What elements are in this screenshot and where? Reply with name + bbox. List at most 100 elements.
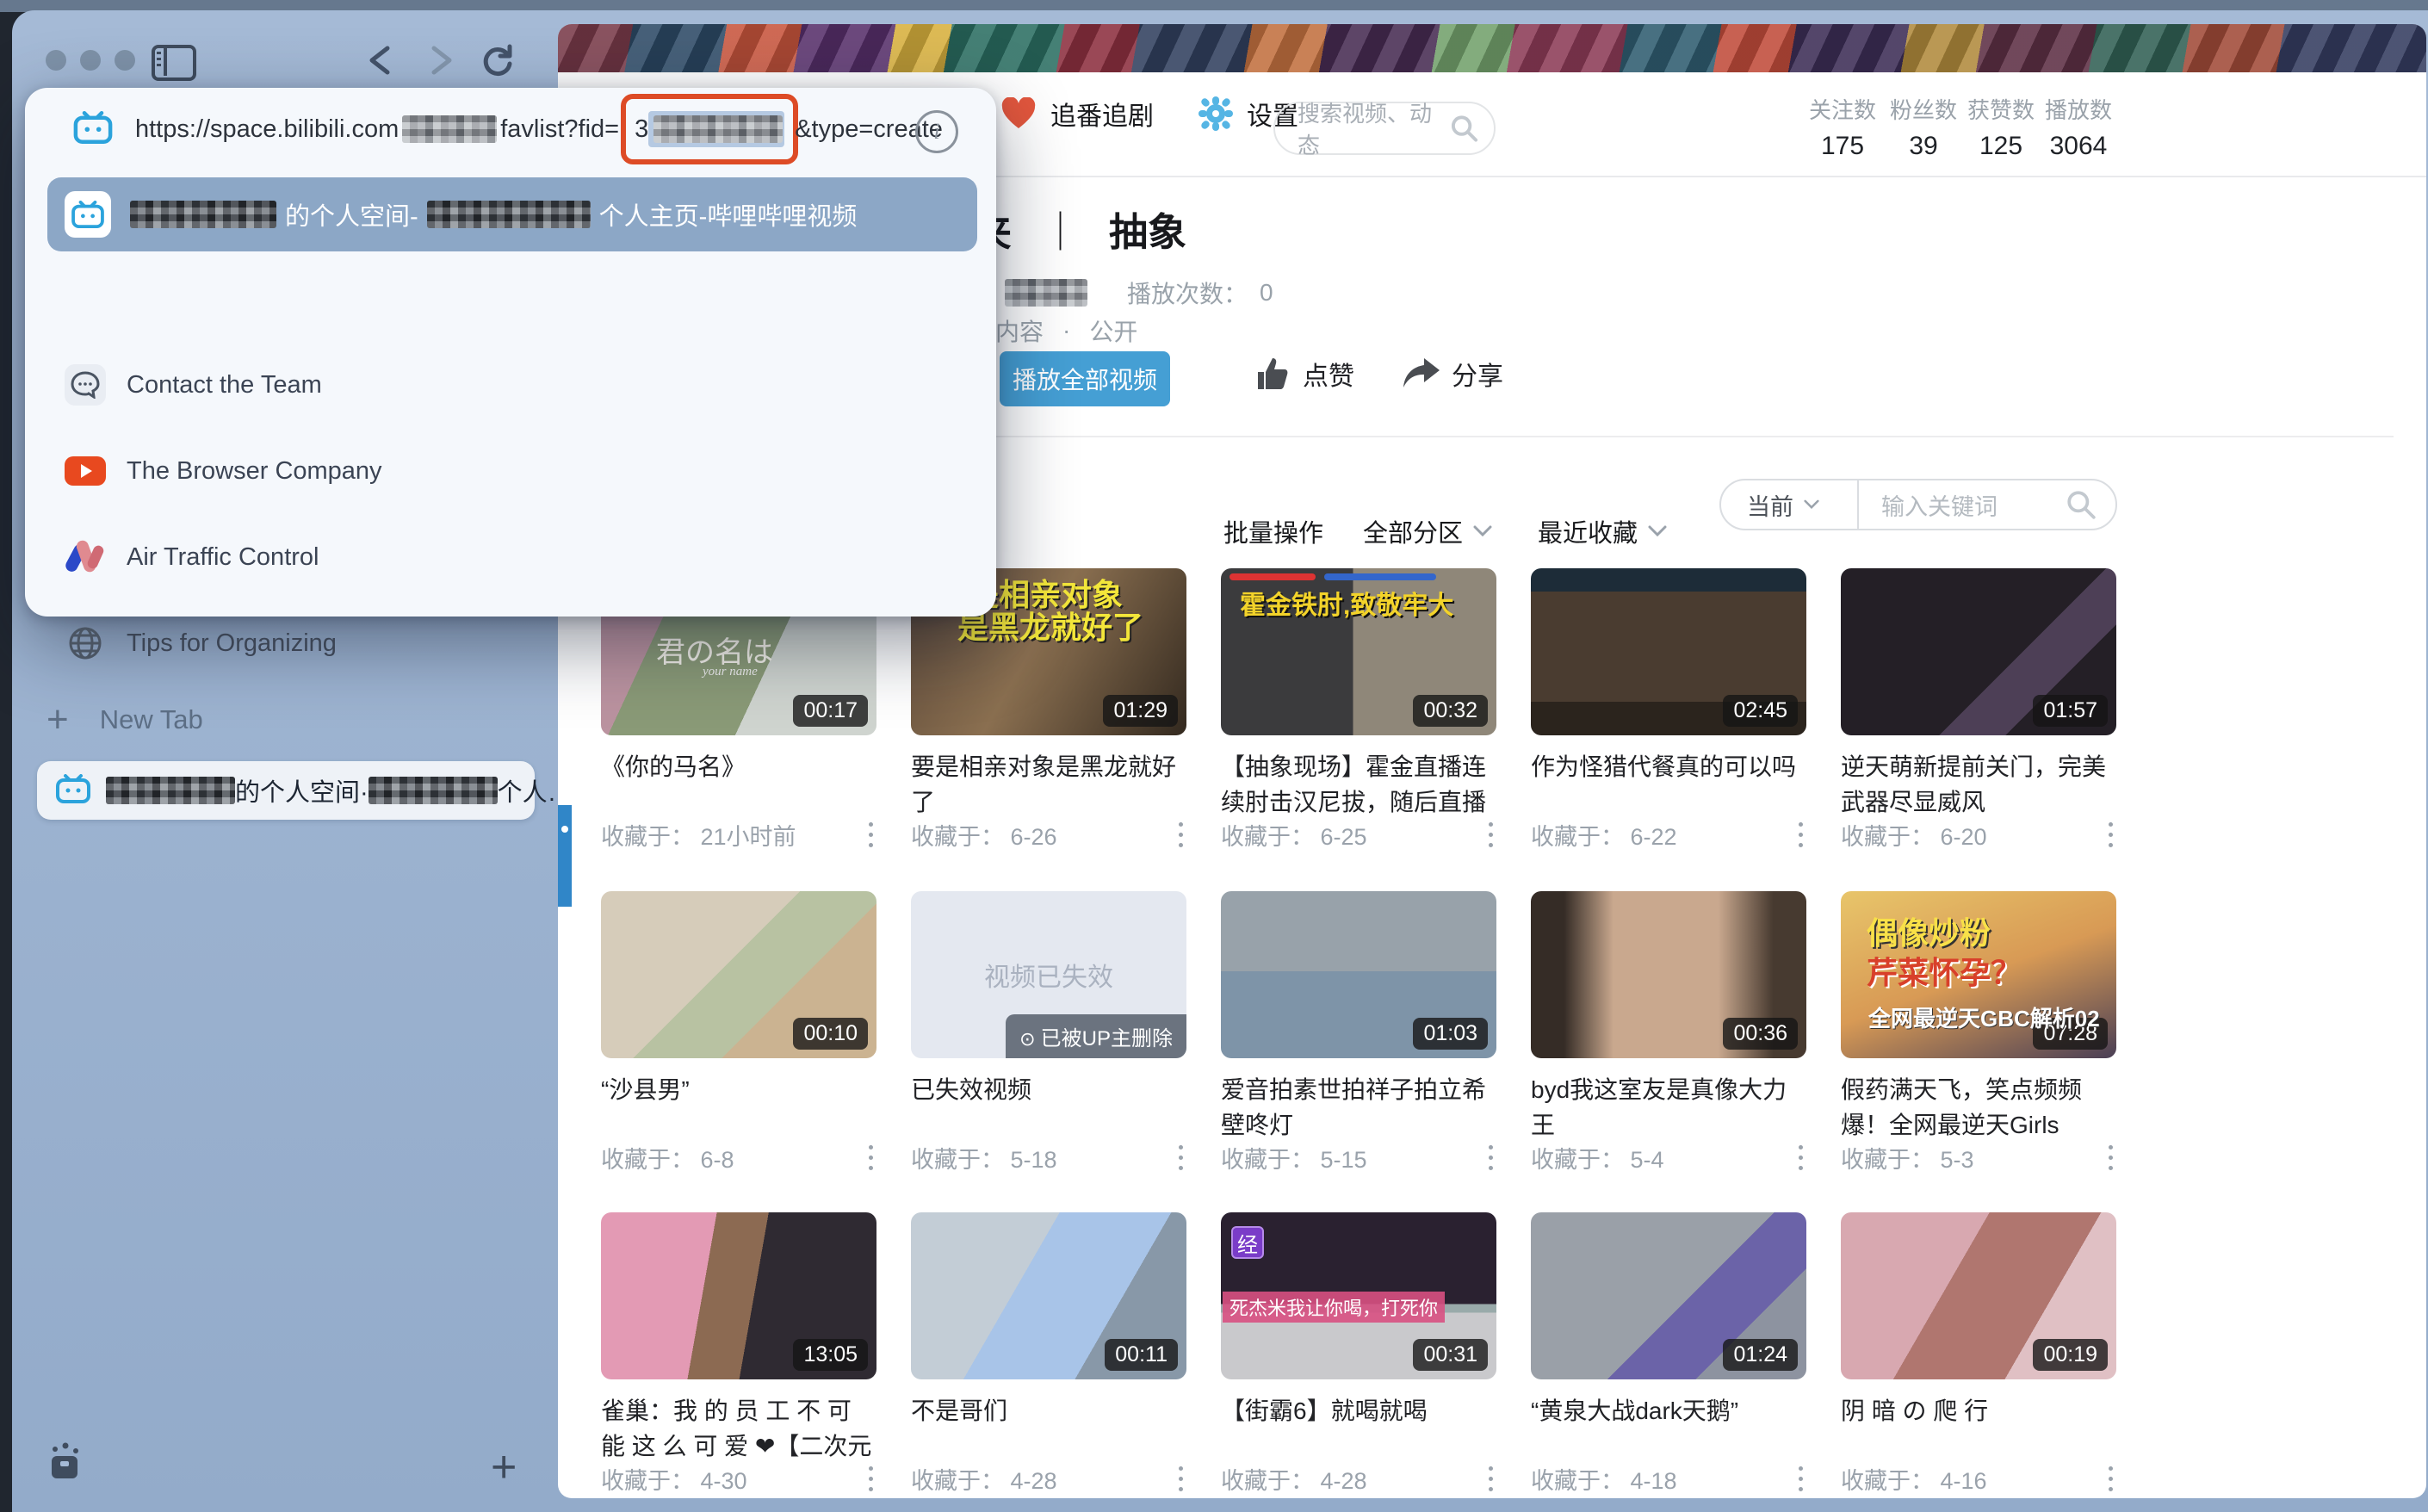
sidebar-toggle-icon[interactable]	[152, 45, 196, 81]
thumbnail-overlay-text	[1324, 573, 1436, 580]
minimize-window-button[interactable]	[80, 50, 101, 71]
more-options-icon[interactable]	[1175, 1142, 1186, 1174]
video-thumbnail[interactable]: 13:05	[601, 1212, 876, 1379]
video-thumbnail[interactable]: 01:03	[1221, 891, 1496, 1058]
video-title[interactable]: byd我这室友是真像大力王	[1531, 1072, 1806, 1144]
close-window-button[interactable]	[46, 50, 66, 71]
new-tab-button[interactable]: + New Tab	[46, 699, 529, 741]
video-title[interactable]: 阴 暗 の 爬 行	[1841, 1393, 2116, 1466]
video-thumbnail[interactable]: 02:45	[1531, 568, 1806, 735]
video-card[interactable]: 13:05 雀巢：我 的 员 工 不 可 能 这 么 可 爱 ❤【二次元爆改 收…	[601, 1212, 876, 1466]
menu-item-browser-company[interactable]: The Browser Company	[47, 434, 977, 508]
video-thumbnail[interactable]: 00:32 霍金铁肘,致敬牢大	[1221, 568, 1496, 735]
video-title[interactable]: 逆天萌新提前关门，完美武器尽显威风	[1841, 749, 2116, 821]
video-title[interactable]: 爱音拍素世拍祥子拍立希壁咚灯	[1221, 1072, 1496, 1144]
more-options-icon[interactable]	[865, 819, 876, 851]
video-card[interactable]: 01:24 “黄泉大战dark天鹅” 收藏于： 4-18	[1531, 1212, 1806, 1466]
video-title[interactable]: 【抽象现场】霍金直播连续肘击汉尼拔，随后直播间被封	[1221, 749, 1496, 821]
more-options-icon[interactable]	[1175, 819, 1186, 851]
active-tab[interactable]: 的个人空间· 个人…	[37, 761, 535, 820]
video-title[interactable]: 已失效视频	[911, 1072, 1186, 1144]
video-title[interactable]: “沙县男”	[601, 1072, 876, 1144]
video-card[interactable]: 00:36 byd我这室友是真像大力王 收藏于： 5-4	[1531, 891, 1806, 1144]
maximize-window-button[interactable]	[115, 50, 135, 71]
bangumi-nav-item[interactable]: 追番追剧	[1000, 95, 1154, 133]
more-options-icon[interactable]	[1795, 1463, 1806, 1495]
add-space-icon[interactable]: +	[491, 1448, 517, 1486]
more-options-icon[interactable]	[1485, 1142, 1496, 1174]
suggestion-text: 的个人空间- 个人主页-哔哩哔哩视频	[130, 196, 857, 232]
share-button[interactable]: 分享	[1402, 355, 1503, 393]
library-icon[interactable]	[46, 1442, 84, 1486]
video-title[interactable]: 《你的马名》	[601, 749, 876, 821]
video-thumbnail[interactable]: 00:10	[601, 891, 876, 1058]
category-dropdown[interactable]: 全部分区	[1363, 513, 1492, 549]
forward-icon[interactable]	[422, 43, 460, 77]
more-options-icon[interactable]	[2105, 819, 2116, 851]
thumbnail-overlay-text: 偶像炒粉	[1867, 908, 1991, 953]
video-card[interactable]: 00:19 阴 暗 の 爬 行 收藏于： 4-16	[1841, 1212, 2116, 1466]
more-options-icon[interactable]	[1795, 1142, 1806, 1174]
video-title[interactable]: 不是哥们	[911, 1393, 1186, 1466]
video-thumbnail[interactable]: 00:36	[1531, 891, 1806, 1058]
more-options-icon[interactable]	[865, 1142, 876, 1174]
video-title[interactable]: 作为怪猎代餐真的可以吗	[1531, 749, 1806, 821]
video-card[interactable]: 00:32 霍金铁肘,致敬牢大 【抽象现场】霍金直播连续肘击汉尼拔，随后直播间被…	[1221, 568, 1496, 821]
share-icon	[1402, 356, 1440, 391]
space-search-input[interactable]: 搜索视频、动态	[1273, 102, 1496, 155]
video-card[interactable]: 07:28 偶像炒粉芹菜怀孕？全网最逆天GBC解析02 假药满天飞，笑点频频爆！…	[1841, 891, 2116, 1144]
more-options-icon[interactable]	[1485, 1463, 1496, 1495]
video-title[interactable]: 【街霸6】就喝就喝	[1221, 1393, 1496, 1466]
duration-badge: 00:36	[1723, 1018, 1798, 1050]
keyword-input[interactable]: 输入关键词	[1881, 488, 2066, 522]
collection-title: 夹 ｜ 抽象	[973, 201, 1186, 255]
sort-dropdown[interactable]: 最近收藏	[1538, 513, 1667, 549]
video-title[interactable]: 要是相亲对象是黑龙就好了	[911, 749, 1186, 821]
video-card[interactable]: 01:03 爱音拍素世拍祥子拍立希壁咚灯 收藏于： 5-15	[1221, 891, 1496, 1144]
video-card[interactable]: 00:10 “沙县男” 收藏于： 6-8	[601, 891, 876, 1144]
menu-item-contact-team[interactable]: Contact the Team	[47, 348, 977, 422]
play-all-button[interactable]: 播放全部视频	[1000, 351, 1170, 406]
video-thumbnail[interactable]: 00:11	[911, 1212, 1186, 1379]
video-card[interactable]: 02:45 作为怪猎代餐真的可以吗 收藏于： 6-22	[1531, 568, 1806, 821]
more-options-icon[interactable]	[1485, 819, 1496, 851]
suggestion-selected[interactable]: 的个人空间- 个人主页-哔哩哔哩视频	[47, 177, 977, 251]
video-card[interactable]: 00:31 经死杰米我让你喝，打死你 【街霸6】就喝就喝 收藏于： 4-28	[1221, 1212, 1496, 1466]
video-thumbnail[interactable]: 01:24	[1531, 1212, 1806, 1379]
duration-badge: 01:57	[2033, 695, 2108, 727]
more-options-icon[interactable]	[2105, 1463, 2116, 1495]
batch-actions-button[interactable]: 批量操作	[1223, 513, 1323, 549]
more-options-icon[interactable]	[865, 1463, 876, 1495]
reload-icon[interactable]	[479, 43, 517, 77]
menu-item-air-traffic-control[interactable]: Air Traffic Control	[47, 520, 977, 594]
more-options-icon[interactable]	[1795, 819, 1806, 851]
info-icon[interactable]: i	[915, 110, 958, 153]
menu-item-tips-organizing[interactable]: Tips for Organizing	[47, 606, 977, 680]
video-thumbnail[interactable]: 01:57	[1841, 568, 2116, 735]
url-bar[interactable]: https://space.bilibili.comfavlist?fid=3&…	[25, 88, 996, 170]
video-title[interactable]: “黄泉大战dark天鹅”	[1531, 1393, 1806, 1466]
arc-logo-icon	[65, 536, 106, 578]
video-card[interactable]: 00:11 不是哥们 收藏于： 4-28	[911, 1212, 1186, 1466]
video-title[interactable]: 雀巢：我 的 员 工 不 可 能 这 么 可 爱 ❤【二次元爆改	[601, 1393, 876, 1466]
duration-badge: 00:19	[2033, 1339, 2108, 1371]
divider	[895, 436, 2394, 437]
video-title[interactable]: 假药满天飞，笑点频频爆！全网最逆天Girls Band Cry解析	[1841, 1072, 2116, 1144]
back-icon[interactable]	[362, 43, 400, 77]
like-button[interactable]: 点赞	[1253, 355, 1354, 393]
scope-dropdown[interactable]: 当前	[1747, 488, 1838, 522]
thumbnail-overlay-text: 死杰米我让你喝，打死你	[1223, 1292, 1445, 1323]
stat-plays[interactable]: 播放数3064	[2027, 93, 2130, 161]
video-thumbnail[interactable]: 00:31 经死杰米我让你喝，打死你	[1221, 1212, 1496, 1379]
video-thumbnail[interactable]: 07:28 偶像炒粉芹菜怀孕？全网最逆天GBC解析02	[1841, 891, 2116, 1058]
video-card[interactable]: 视频已失效已被UP主删除 已失效视频 收藏于： 5-18	[911, 891, 1186, 1144]
chevron-down-icon	[1473, 525, 1492, 537]
favorited-date: 收藏于： 5-18	[911, 1141, 1057, 1174]
video-thumbnail[interactable]: 视频已失效已被UP主删除	[911, 891, 1186, 1058]
duration-badge: 01:03	[1413, 1018, 1488, 1050]
video-thumbnail[interactable]: 00:19	[1841, 1212, 2116, 1379]
more-options-icon[interactable]	[1175, 1463, 1186, 1495]
video-card[interactable]: 01:57 逆天萌新提前关门，完美武器尽显威风 收藏于： 6-20	[1841, 568, 2116, 821]
search-icon[interactable]	[2066, 489, 2097, 520]
more-options-icon[interactable]	[2105, 1142, 2116, 1174]
